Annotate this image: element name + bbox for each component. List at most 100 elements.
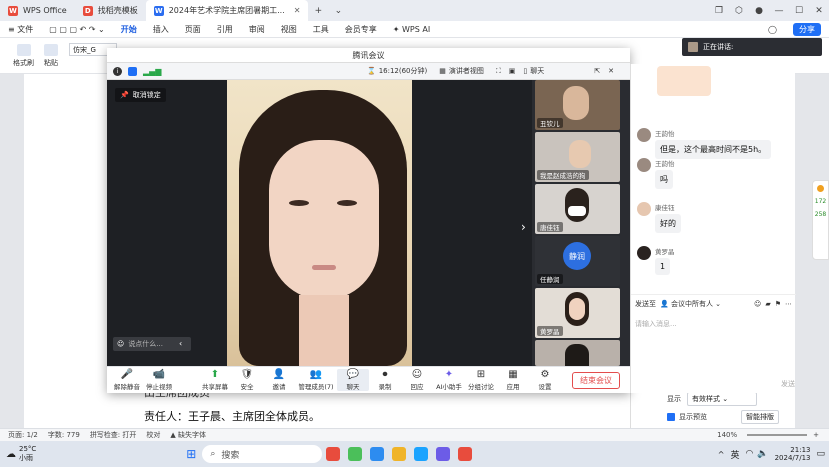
menu-view[interactable]: 视图 bbox=[273, 21, 305, 38]
cube-icon[interactable]: ⬡ bbox=[729, 6, 749, 16]
collapse-icon[interactable]: ‹ bbox=[179, 339, 182, 348]
main-video[interactable]: 📌 取消锁定 ☺ 说点什么... ‹ › bbox=[107, 80, 532, 366]
zoom-slider[interactable] bbox=[747, 434, 808, 436]
clock[interactable]: 21:13 2024/7/13 bbox=[775, 446, 811, 462]
share-button[interactable]: 分享 bbox=[785, 21, 829, 38]
tab-template[interactable]: D 找稻壳模板 bbox=[75, 0, 146, 21]
avatar[interactable]: ● bbox=[749, 6, 769, 16]
send-to-select[interactable]: 👤 会议中所有人 ⌄ bbox=[660, 299, 721, 309]
windows-start-icon[interactable]: ⊞ bbox=[186, 447, 196, 461]
participant-tile[interactable]: 黄罗晶 bbox=[535, 288, 620, 338]
folder-icon[interactable]: ▰ bbox=[765, 300, 770, 308]
tray-chevron-icon[interactable]: ^ bbox=[718, 450, 725, 459]
edge-taskbar-icon[interactable] bbox=[414, 447, 429, 461]
shield-icon[interactable] bbox=[128, 66, 137, 76]
tab-wps-office[interactable]: W WPS Office bbox=[0, 0, 75, 21]
menu-wps-ai[interactable]: ✦ WPS AI bbox=[385, 21, 438, 38]
participant-tile[interactable]: 丑钦儿 bbox=[535, 80, 620, 130]
pip-icon[interactable]: ▣ bbox=[509, 67, 516, 75]
info-icon[interactable]: i bbox=[113, 66, 122, 76]
weather-widget[interactable]: ☁ 25°C 小雨 bbox=[6, 445, 36, 463]
more-icon[interactable]: ⋯ bbox=[785, 300, 792, 308]
search-label: 搜索 bbox=[221, 450, 240, 461]
menu-file[interactable]: ≡ 文件 bbox=[0, 21, 41, 38]
menu-member[interactable]: 会员专享 bbox=[337, 21, 385, 38]
unmute-button[interactable]: 🎤 解除静音 bbox=[111, 369, 143, 391]
proofread[interactable]: 校对 bbox=[146, 430, 160, 440]
spell-check[interactable]: 拼写检查: 打开 bbox=[90, 430, 137, 440]
app-taskbar-icon[interactable] bbox=[436, 447, 451, 461]
folder-taskbar-icon[interactable] bbox=[392, 447, 407, 461]
missing-font[interactable]: ▲ 缺失字体 bbox=[170, 430, 216, 440]
menu-page[interactable]: 页面 bbox=[177, 21, 209, 38]
fullscreen-icon[interactable]: ⛶ bbox=[496, 67, 501, 76]
menu-review[interactable]: 审阅 bbox=[241, 21, 273, 38]
send-button[interactable]: 发送 bbox=[781, 379, 795, 389]
view-mode-button[interactable]: 演讲者视图 bbox=[449, 66, 484, 76]
share-screen-button[interactable]: ⬆ 共享屏幕 bbox=[199, 369, 231, 391]
chat-button[interactable]: 💬 聊天 bbox=[337, 369, 369, 391]
breakout-button[interactable]: ⊞ 分组讨论 bbox=[465, 369, 497, 391]
zoom-in-icon[interactable]: + bbox=[813, 431, 819, 439]
meeting-taskbar-icon[interactable] bbox=[370, 447, 385, 461]
participant-tile[interactable] bbox=[535, 340, 620, 366]
participant-tile[interactable]: 静润 任静润 bbox=[535, 236, 620, 286]
pdf-taskbar-icon[interactable] bbox=[458, 447, 473, 461]
wifi-icon[interactable]: ◠ bbox=[746, 449, 754, 459]
menu-reference[interactable]: 引用 bbox=[209, 21, 241, 38]
quick-access-icons[interactable]: ▢ ▢ ▢ ↶ ↷ ⌄ bbox=[41, 21, 113, 38]
security-button[interactable]: 🛡 安全 bbox=[231, 369, 263, 391]
ime-indicator[interactable]: 英 bbox=[730, 448, 739, 461]
preview-checkbox[interactable] bbox=[667, 413, 675, 421]
close-window-icon[interactable]: ✕ bbox=[809, 6, 829, 16]
close-chat-icon[interactable]: ✕ bbox=[608, 67, 614, 75]
end-meeting-button[interactable]: 结束会议 bbox=[572, 371, 620, 389]
stop-video-button[interactable]: 📹 停止视频 bbox=[143, 369, 175, 391]
invite-button[interactable]: 👤 邀请 bbox=[263, 369, 295, 391]
sender-name: 王韵怡 bbox=[655, 160, 675, 168]
restore-icon[interactable]: ❐ bbox=[709, 6, 729, 16]
smart-sort-button[interactable]: 智能排版 bbox=[741, 410, 779, 424]
wps-taskbar-icon[interactable] bbox=[326, 447, 341, 461]
close-icon[interactable]: ✕ bbox=[294, 6, 301, 15]
emoji-icon[interactable]: ☺ bbox=[754, 300, 761, 308]
taskbar-search[interactable]: ⌕ 搜索 bbox=[202, 445, 323, 463]
page-count[interactable]: 页面: 1/2 bbox=[8, 430, 38, 440]
word-count[interactable]: 字数: 779 bbox=[48, 430, 80, 440]
chat-input[interactable]: 请输入消息... bbox=[635, 319, 677, 329]
chat-bubble-icon[interactable]: ◯ bbox=[760, 21, 785, 38]
expand-strip-icon[interactable]: › bbox=[521, 220, 526, 234]
chevron-down-icon[interactable]: ⌄ bbox=[328, 6, 348, 16]
flag-icon[interactable]: ⚑ bbox=[775, 300, 781, 308]
react-button[interactable]: ☺ 回应 bbox=[401, 369, 433, 391]
ai-assistant-button[interactable]: ✦ AI小助手 bbox=[433, 369, 465, 391]
wechat-taskbar-icon[interactable] bbox=[348, 447, 363, 461]
zoom-level[interactable]: 140% bbox=[717, 431, 737, 439]
control-label: 邀请 bbox=[272, 383, 286, 391]
menu-tools[interactable]: 工具 bbox=[305, 21, 337, 38]
tab-document[interactable]: W 2024年艺术学院主席团暑期工... ✕ bbox=[145, 0, 309, 21]
apps-button[interactable]: ▦ 应用 bbox=[497, 369, 529, 391]
maximize-icon[interactable]: ☐ bbox=[789, 6, 809, 16]
paste-button[interactable]: 粘贴 bbox=[44, 43, 58, 68]
grid-icon: ▦ bbox=[439, 67, 446, 75]
unlock-button[interactable]: 📌 取消锁定 bbox=[115, 88, 166, 102]
display-select[interactable]: 有效样式 ⌄ bbox=[687, 392, 757, 406]
new-tab-icon[interactable]: + bbox=[308, 6, 328, 16]
notification-icon[interactable]: ▭ bbox=[816, 449, 825, 459]
settings-button[interactable]: ⚙ 设置 bbox=[529, 369, 561, 391]
format-painter-button[interactable]: 格式刷 bbox=[13, 43, 34, 68]
participant-tile[interactable]: 我是赵成浩的狗 bbox=[535, 132, 620, 182]
volume-icon[interactable]: 🔈 bbox=[757, 449, 768, 459]
record-button[interactable]: ⏺ 录制 bbox=[369, 369, 401, 391]
chat-panel-icon[interactable]: ▯ bbox=[523, 67, 527, 75]
participant-tile[interactable]: 唐佳钰 bbox=[535, 184, 620, 234]
manage-members-button[interactable]: 👥 管理成员(7) bbox=[295, 369, 337, 391]
menu-insert[interactable]: 插入 bbox=[145, 21, 177, 38]
minimize-icon[interactable]: — bbox=[769, 6, 789, 16]
popout-icon[interactable]: ⇱ bbox=[594, 67, 600, 75]
meeting-timer[interactable]: 16:12(60分钟) bbox=[379, 66, 428, 76]
menu-home[interactable]: 开始 bbox=[113, 21, 145, 38]
side-widget[interactable]: 172 258 bbox=[812, 180, 829, 260]
chat-tab[interactable]: 聊天 bbox=[530, 66, 544, 76]
